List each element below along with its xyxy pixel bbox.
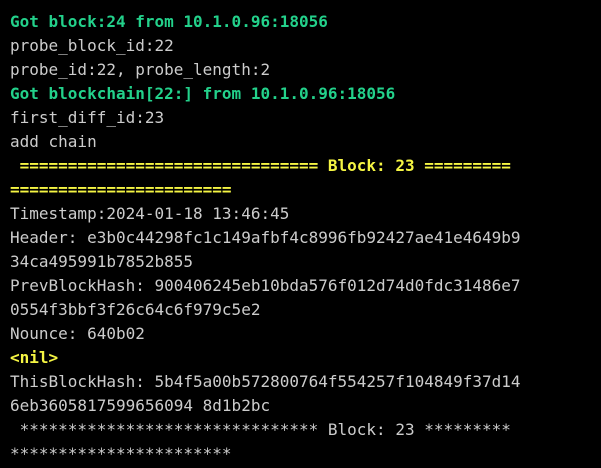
log-probe-block-id: probe_block_id:22 bbox=[10, 36, 174, 55]
terminal-window[interactable]: Got block:24 from 10.1.0.96:18056 probe_… bbox=[0, 0, 601, 468]
block-nounce: Nounce: 640b02 bbox=[10, 324, 145, 343]
log-first-diff-id: first_diff_id:23 bbox=[10, 108, 165, 127]
block-this-hash-wrap: 6eb3605817599656094 8d1b2bc bbox=[10, 396, 271, 415]
block-header-hash-wrap: 34ca495991b7852b855 bbox=[10, 252, 194, 271]
block-header-hash: Header: e3b0c44298fc1c149afbf4c8996fb924… bbox=[10, 228, 521, 247]
block-footer-separator-wrap: *********************** bbox=[10, 444, 232, 463]
block-this-hash: ThisBlockHash: 5b4f5a00b572800764f554257… bbox=[10, 372, 521, 391]
log-add-chain: add chain bbox=[10, 132, 97, 151]
log-got-blockchain: Got blockchain[22:] from 10.1.0.96:18056 bbox=[10, 84, 396, 103]
block-header-separator: =============================== Block: 2… bbox=[10, 156, 511, 175]
nil-value: <nil> bbox=[10, 348, 59, 367]
block-header-separator-wrap: ======================= bbox=[10, 180, 232, 199]
block-prev-hash-wrap: 0554f3bbf3f26c64c6f979c5e2 bbox=[10, 300, 261, 319]
log-probe-id-length: probe_id:22, probe_length:2 bbox=[10, 60, 271, 79]
log-got-block: Got block:24 from 10.1.0.96:18056 bbox=[10, 12, 328, 31]
block-timestamp: Timestamp:2024-01-18 13:46:45 bbox=[10, 204, 290, 223]
block-footer-separator: ******************************* Block: 2… bbox=[10, 420, 511, 439]
block-prev-hash: PrevBlockHash: 900406245eb10bda576f012d7… bbox=[10, 276, 521, 295]
